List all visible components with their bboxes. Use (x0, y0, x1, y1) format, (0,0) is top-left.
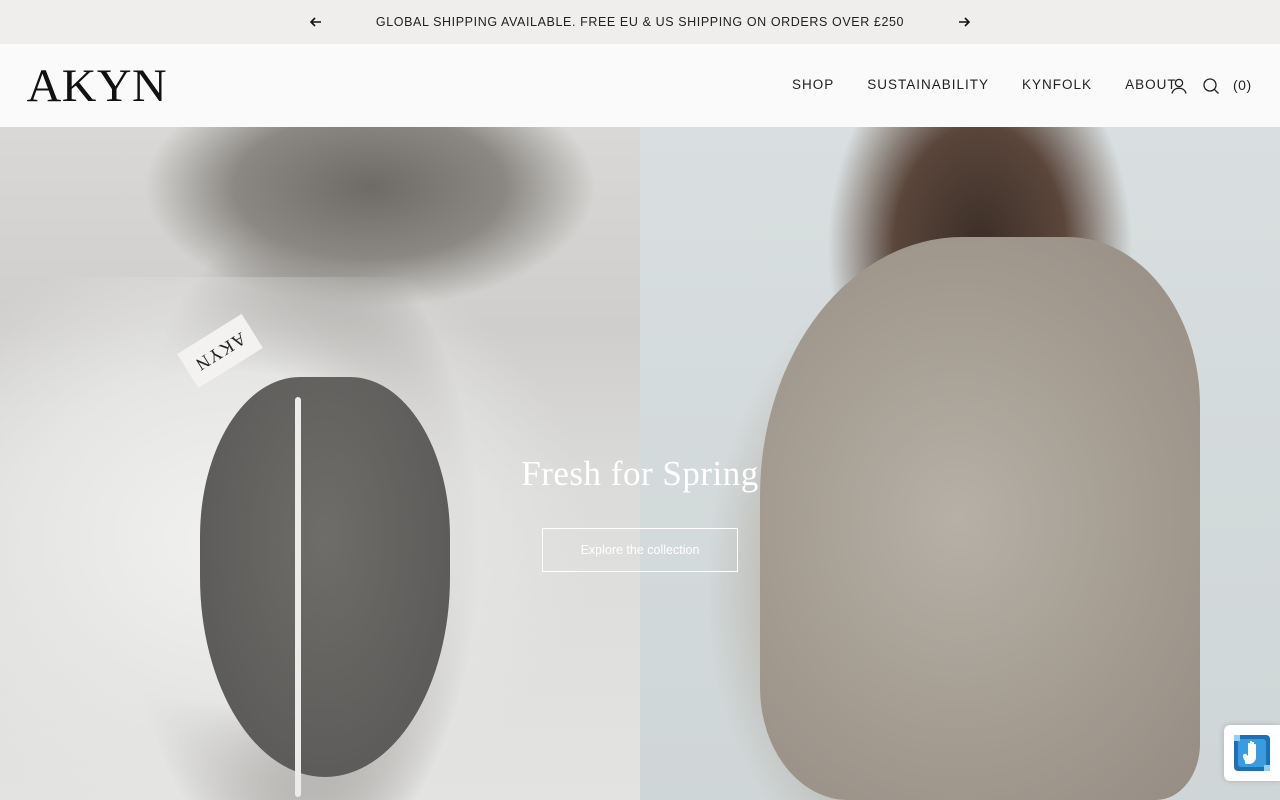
arrow-left-icon (310, 17, 321, 27)
nav-item-sustainability[interactable]: SUSTAINABILITY (867, 77, 989, 92)
hero-title: Fresh for Spring (521, 454, 759, 493)
announcement-message: GLOBAL SHIPPING AVAILABLE. FREE EU & US … (375, 15, 905, 29)
explore-collection-button[interactable]: Explore the collection (542, 528, 738, 572)
hero-banner: AKYN Fresh for Spring Explore the collec… (0, 127, 1280, 800)
main-nav: SHOP SUSTAINABILITY KYNFOLK ABOUT (792, 77, 1210, 92)
accessibility-hand-icon (1234, 735, 1270, 771)
search-icon (1203, 78, 1219, 94)
nav-item-kynfolk[interactable]: KYNFOLK (1022, 77, 1092, 92)
account-button[interactable] (1168, 75, 1190, 97)
brand-logo[interactable]: AKYN (27, 62, 168, 110)
announcement-bar: GLOBAL SHIPPING AVAILABLE. FREE EU & US … (0, 0, 1280, 44)
open-back (200, 377, 450, 777)
cart-button[interactable]: (0) (1233, 77, 1252, 93)
announcement-next-button[interactable] (954, 12, 974, 32)
user-icon (1171, 78, 1187, 94)
announcement-prev-button[interactable] (306, 12, 326, 32)
nav-item-shop[interactable]: SHOP (792, 77, 834, 92)
accessibility-widget-button[interactable] (1224, 725, 1280, 781)
arrow-right-icon (959, 17, 970, 27)
search-button[interactable] (1200, 75, 1222, 97)
linen-blazer (760, 237, 1200, 800)
site-header: AKYN SHOP SUSTAINABILITY KYNFOLK ABOUT (… (0, 44, 1280, 127)
